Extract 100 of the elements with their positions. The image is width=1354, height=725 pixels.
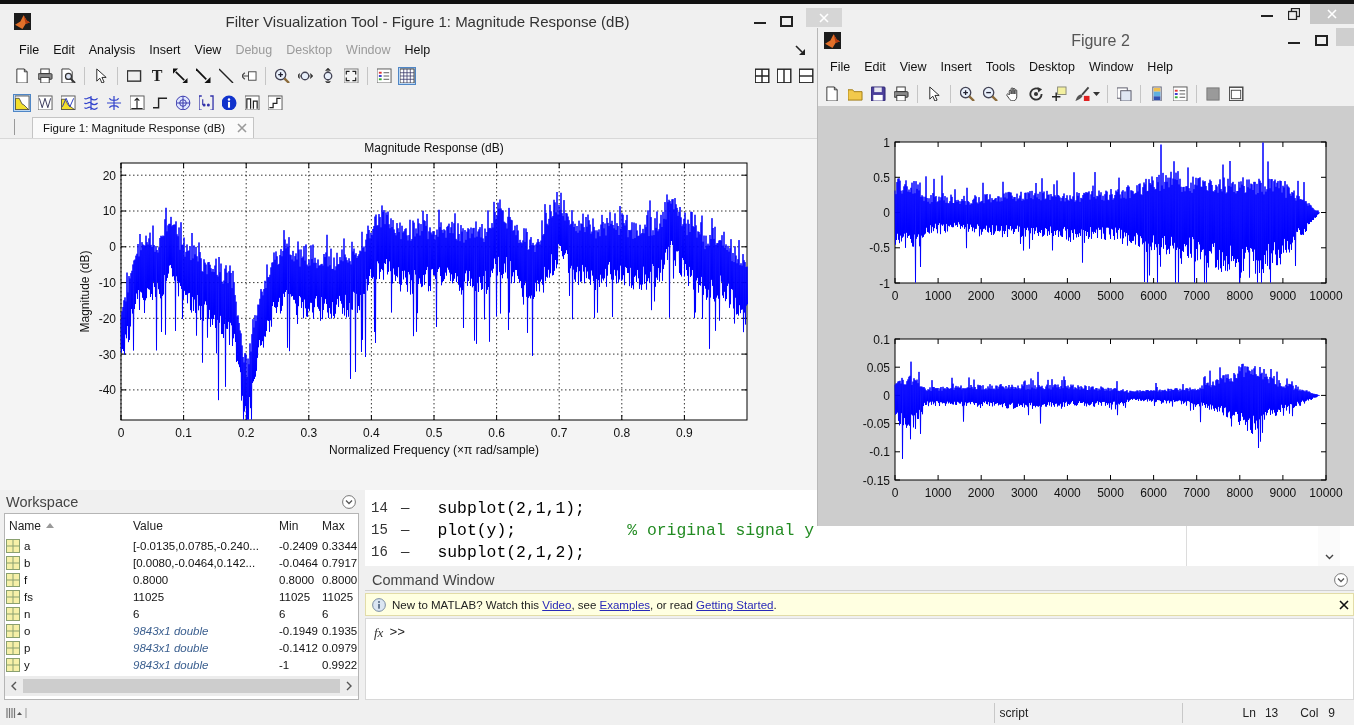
info-icon[interactable] [220, 93, 238, 112]
menu-item[interactable]: View [892, 58, 934, 76]
scroll-left-icon[interactable] [11, 681, 17, 691]
function-browser-button[interactable]: fx [374, 625, 384, 641]
variable-name[interactable]: n [24, 607, 31, 620]
legend-icon[interactable] [1171, 84, 1189, 103]
notice-text: New to MATLAB? Watch this Video, see Examples, or read Getting Started. [392, 598, 777, 611]
line-number: 16 [370, 544, 389, 560]
tick-label: 0.6 [488, 426, 505, 440]
line-marker[interactable]: — [401, 522, 410, 538]
menu-item[interactable]: File [823, 58, 858, 76]
tick-label: -20 [98, 311, 116, 326]
tick-label: 0 [883, 206, 890, 220]
maximize-icon[interactable] [1315, 35, 1328, 46]
bars-icon[interactable] [6, 706, 28, 719]
zoom-in-icon[interactable] [273, 66, 291, 85]
double-arrow-icon[interactable] [171, 66, 189, 85]
zigzag-chart-icon[interactable] [36, 93, 54, 112]
arrow-icon[interactable] [194, 66, 212, 85]
menu-item[interactable]: Insert [142, 41, 188, 59]
menu-item[interactable]: View [187, 41, 229, 59]
tick-label: 0.5 [425, 426, 443, 440]
variable-name[interactable]: p [24, 641, 31, 654]
circular-arrow-icon[interactable] [1027, 84, 1045, 103]
command-input[interactable]: fx >> [365, 618, 1354, 700]
command-prompt: >> [389, 625, 405, 640]
status-field: script [993, 702, 1183, 723]
variable-name[interactable]: y [24, 658, 30, 671]
save-icon[interactable] [869, 84, 887, 103]
menu-item[interactable]: Desktop [1022, 58, 1082, 76]
printer-icon[interactable] [36, 66, 54, 85]
matrix-icon [6, 555, 20, 570]
variable-name[interactable]: b [24, 556, 31, 569]
menu-item[interactable]: Analysis [81, 41, 143, 59]
sort-ascending-icon[interactable] [46, 523, 54, 528]
two-rows-icon[interactable] [797, 66, 815, 85]
four-panes-icon[interactable] [753, 66, 771, 85]
column-header[interactable]: Max [318, 514, 358, 537]
max-cell: 0.0979 [322, 641, 358, 654]
legend-icon[interactable] [375, 66, 393, 85]
crosshair-note-icon[interactable] [1050, 84, 1068, 103]
variable-name[interactable]: a [24, 539, 31, 552]
square-icon[interactable] [1204, 84, 1222, 103]
zoom-out-icon[interactable] [981, 84, 999, 103]
scroll-down-icon[interactable] [1324, 554, 1334, 560]
area-chart-icon[interactable] [13, 93, 31, 112]
tick-label: 8000 [1226, 289, 1254, 303]
scrollbar-thumb[interactable] [23, 679, 340, 693]
menu-item[interactable]: Edit [857, 58, 893, 76]
corner-brackets-icon[interactable] [342, 66, 360, 85]
maximize-icon[interactable] [780, 15, 793, 27]
close-icon[interactable] [1339, 599, 1349, 610]
menu-item[interactable]: Edit [46, 41, 82, 59]
zoom-in-icon[interactable] [958, 84, 976, 103]
tick-label: 6000 [1140, 486, 1167, 500]
dropdown-icon[interactable] [342, 494, 356, 509]
menu-item[interactable]: File [12, 41, 47, 59]
column-header[interactable]: Value [129, 514, 275, 537]
grid-icon[interactable] [398, 66, 416, 85]
two-columns-icon[interactable] [775, 66, 793, 85]
brackets-icon[interactable] [197, 93, 215, 112]
menu-item[interactable]: Insert [933, 58, 979, 76]
line-marker[interactable]: — [401, 544, 410, 560]
text-tool-button[interactable]: T [148, 66, 166, 85]
overlapping-windows-icon[interactable] [1115, 84, 1133, 103]
line-icon[interactable] [217, 66, 235, 85]
line-marker[interactable]: — [401, 500, 410, 516]
variable-name[interactable]: o [24, 624, 31, 637]
new-file-icon[interactable] [823, 84, 841, 103]
column-header[interactable]: Min [275, 514, 318, 537]
variable-name[interactable]: f [24, 573, 28, 586]
menu-item[interactable]: Window [1081, 58, 1141, 76]
dropdown-icon[interactable] [1334, 573, 1348, 587]
target-icon[interactable] [174, 93, 192, 112]
restore-icon[interactable] [1288, 8, 1300, 20]
menu-item[interactable]: Help [1140, 58, 1181, 76]
minimize-icon[interactable] [1288, 41, 1300, 44]
bar-outline-chart-icon[interactable] [243, 93, 261, 112]
matrix-icon [6, 538, 20, 553]
area-zigzag-chart-icon[interactable] [59, 93, 77, 112]
variable-name[interactable]: fs [24, 590, 33, 603]
up-arrow-chart-icon[interactable] [128, 93, 146, 112]
min-cell: -0.1412 [279, 641, 318, 654]
horizontal-scrollbar[interactable] [5, 676, 358, 696]
new-file-icon[interactable] [13, 66, 31, 85]
logo-icon[interactable] [14, 12, 31, 30]
scroll-right-icon[interactable] [346, 681, 352, 691]
staircase-chart-icon[interactable] [266, 93, 284, 112]
printer-icon[interactable] [892, 84, 910, 103]
print-preview-icon[interactable] [59, 66, 77, 85]
menu-item[interactable]: Help [397, 41, 438, 59]
wavy-lines-icon[interactable] [82, 93, 100, 112]
crossed-curves-icon[interactable] [105, 93, 123, 112]
diagonal-arrow-icon[interactable] [795, 45, 805, 55]
menu-item[interactable]: Tools [978, 58, 1023, 76]
caret-icon[interactable] [1093, 91, 1100, 96]
brush-icon[interactable] [1073, 84, 1091, 103]
tab[interactable]: Figure 1: Magnitude Response (dB) [32, 117, 255, 138]
column-header[interactable]: Name [5, 514, 129, 537]
window-icon[interactable] [1227, 84, 1245, 103]
